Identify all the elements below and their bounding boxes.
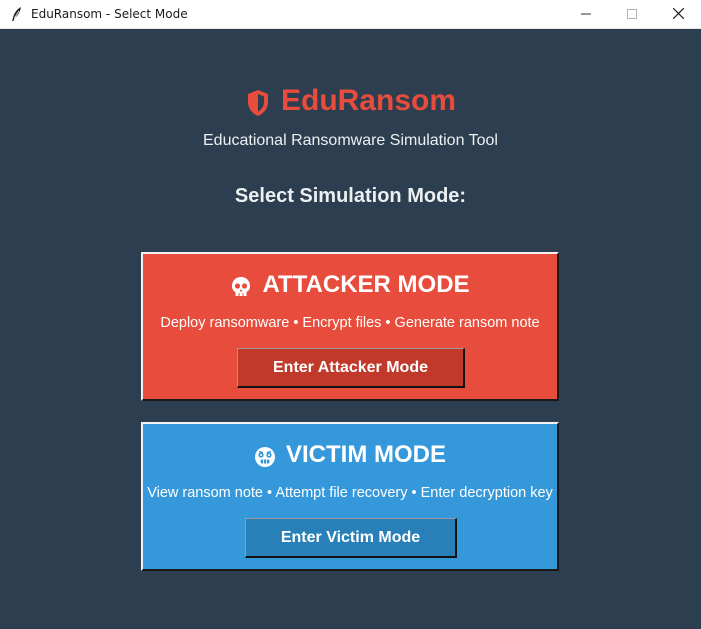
victim-mode-title: VICTIM MODE — [286, 441, 446, 468]
distressed-face-icon — [254, 446, 276, 468]
attacker-mode-card: ATTACKER MODE Deploy ransomware • Encryp… — [141, 252, 559, 401]
title-bar: EduRansom - Select Mode — [0, 0, 701, 29]
victim-mode-header: VICTIM MODE — [143, 440, 557, 470]
close-icon — [672, 6, 684, 24]
brand-header: EduRansom — [0, 81, 701, 121]
minimize-button[interactable] — [563, 0, 609, 29]
close-button[interactable] — [655, 0, 701, 29]
app-subtitle: Educational Ransomware Simulation Tool — [203, 132, 498, 149]
feather-icon — [10, 6, 24, 22]
enter-attacker-mode-button[interactable]: Enter Attacker Mode — [237, 348, 465, 388]
app-title: EduRansom — [280, 84, 457, 117]
minimize-icon — [581, 6, 591, 24]
maximize-button[interactable] — [609, 0, 655, 29]
window-title: EduRansom - Select Mode — [31, 7, 188, 21]
skull-icon — [230, 276, 252, 298]
attacker-mode-description: Deploy ransomware • Encrypt files • Gene… — [160, 315, 540, 331]
victim-mode-card: VICTIM MODE View ransom note • Attempt f… — [141, 422, 559, 571]
select-mode-heading: Select Simulation Mode: — [234, 185, 467, 207]
enter-victim-mode-button[interactable]: Enter Victim Mode — [245, 518, 457, 558]
victim-mode-description: View ransom note • Attempt file recovery… — [147, 485, 553, 501]
maximize-icon — [627, 6, 637, 24]
attacker-mode-title: ATTACKER MODE — [262, 271, 470, 298]
attacker-mode-header: ATTACKER MODE — [143, 270, 557, 300]
main-content: EduRansom Educational Ransomware Simulat… — [0, 29, 701, 629]
shield-icon — [245, 88, 271, 118]
